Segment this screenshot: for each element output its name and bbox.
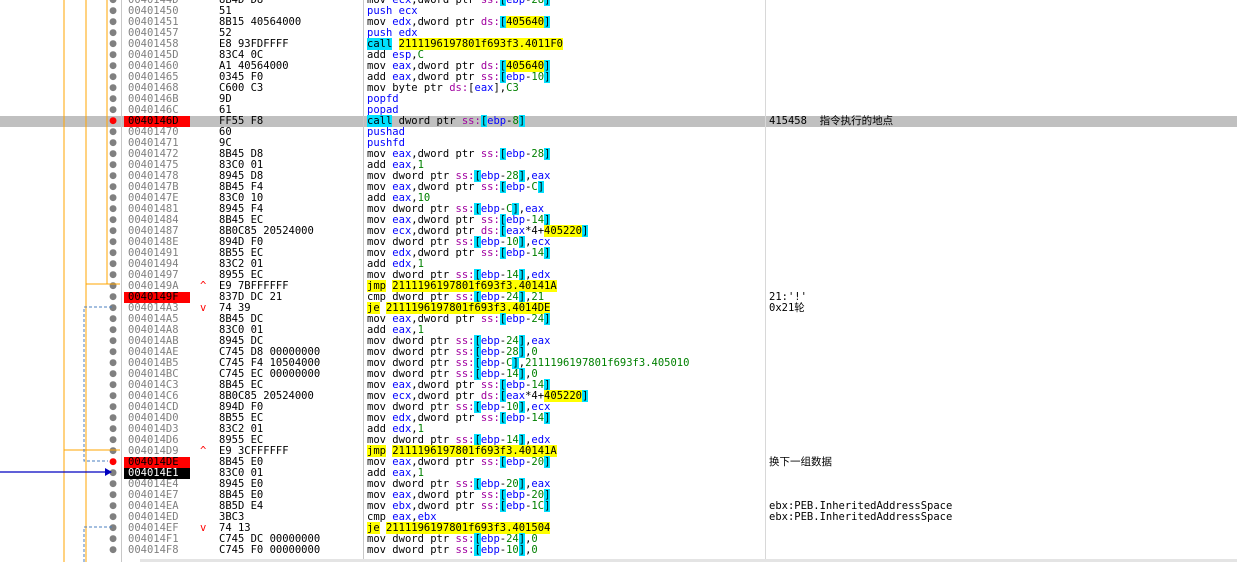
instruction-row[interactable]: ● 004014E4 8945 E0 mov dword ptr ss:[ebp-20… [0, 478, 1237, 490]
instruction-row[interactable]: ● 004014A3 v 74 39 je 2111196197801f693f3.40… [0, 302, 1237, 314]
instruction-row[interactable]: ● 004014BC C745 EC 00000000 mov dword ptr s… [0, 368, 1237, 380]
instruction-text[interactable]: mov dword ptr ss:[ebp-10],0 [367, 544, 538, 556]
instruction-comment[interactable]: 415458 指令执行的地点 [769, 116, 893, 127]
instruction-row[interactable]: ● 00401487 8B0C85 20524000 mov ecx,dword pt… [0, 225, 1237, 237]
instruction-bytes: C745 F0 00000000 [219, 544, 321, 556]
instruction-row[interactable]: ● 004014F1 C745 DC 00000000 mov dword ptr s… [0, 533, 1237, 545]
conditional-jump-line [83, 306, 112, 462]
instruction-row[interactable]: ● 0040146C 61 popad [0, 105, 1237, 116]
instruction-row[interactable]: ● 004014A5 8B45 DC mov eax,dword ptr ss:[eb… [0, 313, 1237, 325]
instruction-row[interactable]: ● 00401458 E8 93FDFFFF call 2111196197801f6… [0, 38, 1237, 50]
instruction-row[interactable]: ● 00401481 8945 F4 mov dword ptr ss:[ebp-C]… [0, 203, 1237, 215]
instruction-row[interactable]: ● 00401450 51 push ecx [0, 6, 1237, 17]
instruction-row[interactable]: ● 004014DE 8B45 E0 mov eax,dword ptr ss:[eb… [0, 456, 1237, 468]
jump-up-icon: ^ [200, 280, 207, 292]
instruction-row[interactable]: ● 004014A8 83C0 01 add eax,1 [0, 325, 1237, 336]
jump-arrows-gutter [0, 0, 120, 562]
instruction-row[interactable]: ● 00401478 8945 D8 mov dword ptr ss:[ebp-28… [0, 170, 1237, 182]
instruction-row[interactable]: ● 004014B5 C745 F4 10504000 mov dword ptr s… [0, 357, 1237, 369]
instruction-row[interactable]: ● 004014C6 8B0C85 20524000 mov ecx,dword pt… [0, 390, 1237, 402]
jump-down-icon: v [200, 302, 207, 314]
instruction-row[interactable]: ● 004014CD 894D F0 mov dword ptr ss:[ebp-10… [0, 401, 1237, 413]
instruction-row[interactable]: ● 00401472 8B45 D8 mov eax,dword ptr ss:[eb… [0, 148, 1237, 160]
instruction-row[interactable]: ● 00401460 A1 40564000 mov eax,dword ptr ds… [0, 60, 1237, 72]
instruction-row[interactable]: ● 00401465 0345 F0 add eax,dword ptr ss:[eb… [0, 71, 1237, 83]
instruction-row[interactable]: ● 00401457 52 push edx [0, 28, 1237, 39]
instruction-row[interactable]: ● 0040146B 9D popfd [0, 94, 1237, 105]
instruction-comment[interactable]: ebx:PEB.InheritedAddressSpace [769, 512, 952, 523]
comment-column-separator [765, 0, 766, 562]
instruction-row[interactable]: ● 004014E7 8B45 E0 mov eax,dword ptr ss:[eb… [0, 489, 1237, 501]
disassembly-view[interactable]: ● 0040144D 8B4D D8 mov ecx,dword ptr ss:[eb… [0, 0, 1237, 556]
instruction-row[interactable]: ● 004014D3 83C2 01 add edx,1 [0, 424, 1237, 435]
instruction-row[interactable]: ● 004014D6 8955 EC mov dword ptr ss:[ebp-14… [0, 434, 1237, 446]
instruction-row[interactable]: ● 004014AB 8945 DC mov dword ptr ss:[ebp-24… [0, 335, 1237, 347]
instruction-row[interactable]: ● 00401491 8B55 EC mov edx,dword ptr ss:[eb… [0, 247, 1237, 259]
instruction-row[interactable]: ● 0040147E 83C0 10 add eax,10 [0, 193, 1237, 204]
instruction-row[interactable]: ● 004014ED 3BC3 cmp eax,ebx ebx:PEB.Inherite… [0, 512, 1237, 523]
instruction-row[interactable]: ● 00401471 9C pushfd [0, 138, 1237, 149]
current-instruction-arrowhead [105, 468, 112, 476]
instruction-address[interactable]: 004014F8 [124, 545, 190, 556]
instruction-row[interactable]: ● 00401475 83C0 01 add eax,1 [0, 160, 1237, 171]
instruction-row[interactable]: ● 0040145D 83C4 0C add esp,C [0, 50, 1237, 61]
disasm-column-separator [363, 0, 364, 562]
instruction-row[interactable]: ● 00401470 60 pushad [0, 127, 1237, 138]
instruction-row[interactable]: ● 004014D0 8B55 EC mov edx,dword ptr ss:[eb… [0, 412, 1237, 424]
instruction-row[interactable]: ● 004014E1 83C0 01 add eax,1 [0, 468, 1237, 479]
jump-up-icon: ^ [200, 445, 207, 457]
instruction-row[interactable]: ● 004014D9 ^ E9 3CFFFFFF jmp 2111196197801f6… [0, 445, 1237, 457]
instruction-row[interactable]: ● 00401494 83C2 01 add edx,1 [0, 259, 1237, 270]
instruction-row[interactable]: ● 0040149A ^ E9 7BFFFFFF jmp 2111196197801f6… [0, 280, 1237, 292]
instruction-row[interactable]: ● 0040147B 8B45 F4 mov eax,dword ptr ss:[eb… [0, 181, 1237, 193]
instruction-row[interactable]: ● 004014C3 8B45 EC mov eax,dword ptr ss:[eb… [0, 379, 1237, 391]
instruction-row[interactable]: ● 0040149F 837D DC 21 cmp dword ptr ss:[ebp… [0, 291, 1237, 303]
instruction-row[interactable]: ● 004014EF v 74 13 je 2111196197801f693f3.40… [0, 522, 1237, 534]
instruction-row[interactable]: ● 0040148E 894D F0 mov dword ptr ss:[ebp-10… [0, 236, 1237, 248]
conditional-jump-line [83, 526, 112, 562]
jump-down-icon: v [200, 522, 207, 534]
mnemonic: mov [367, 544, 386, 556]
instruction-comment[interactable]: 换下一组数据 [769, 457, 832, 468]
instruction-row[interactable]: ● 00401468 C600 C3 mov byte ptr ds:[eax],C3 [0, 83, 1237, 94]
instruction-row[interactable]: ● 00401451 8B15 40564000 mov edx,dword ptr … [0, 16, 1237, 28]
instruction-row[interactable]: ● 0040146D FF55 F8 call dword ptr ss:[ebp-8… [0, 115, 1237, 127]
instruction-row[interactable]: ● 004014F8 C745 F0 00000000 mov dword ptr s… [0, 544, 1237, 556]
instruction-row[interactable]: ● 00401497 8955 EC mov dword ptr ss:[ebp-14… [0, 269, 1237, 281]
instruction-comment[interactable]: 0x21轮 [769, 303, 805, 314]
instruction-row[interactable]: ● 004014EA 8B5D E4 mov ebx,dword ptr ss:[eb… [0, 500, 1237, 512]
instruction-row[interactable]: ● 00401484 8B45 EC mov eax,dword ptr ss:[eb… [0, 214, 1237, 226]
